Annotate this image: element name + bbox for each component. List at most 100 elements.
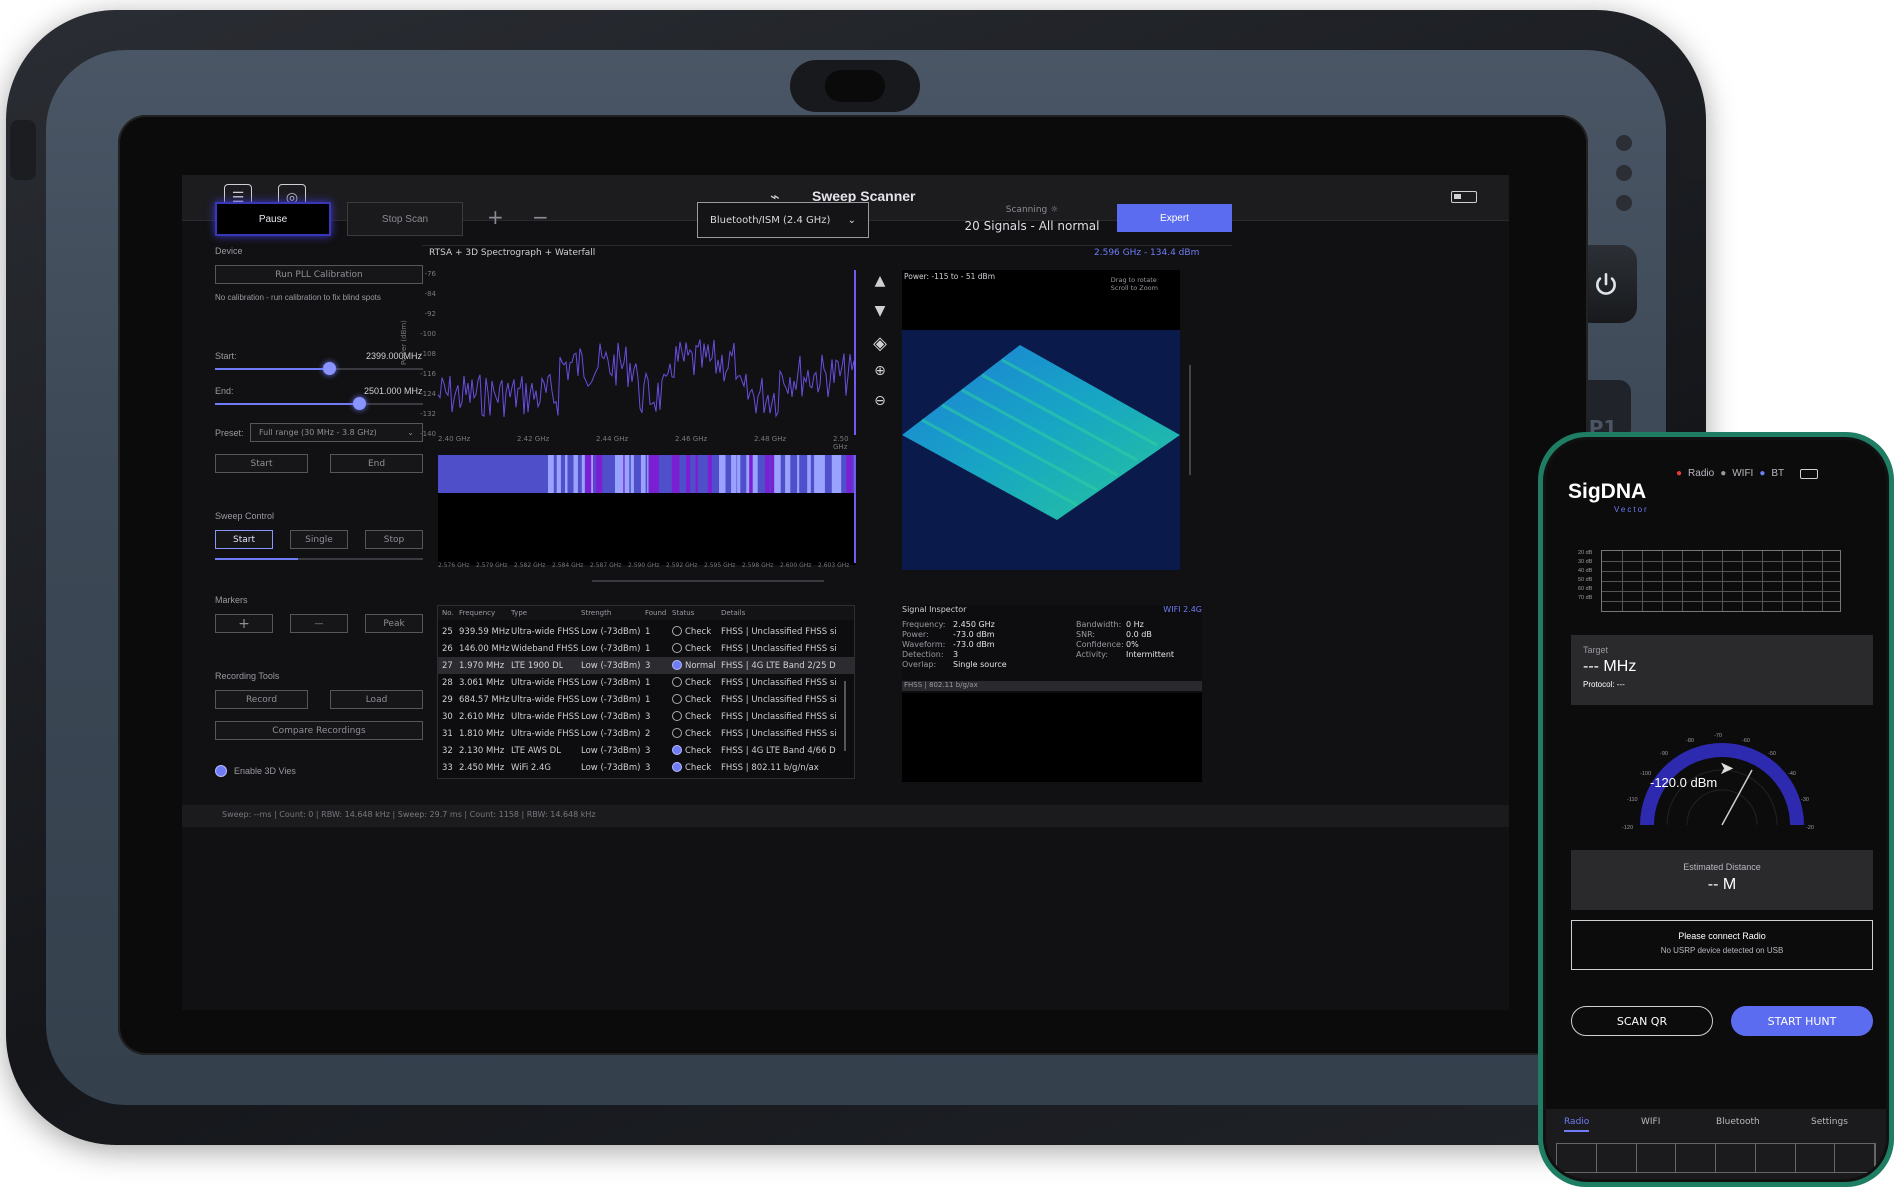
horizontal-scrollbar[interactable] (592, 580, 824, 582)
column-header[interactable]: Type (511, 609, 527, 617)
start-button[interactable]: Start (215, 454, 308, 473)
y-tick: -116 (420, 370, 436, 378)
vertical-scrollbar[interactable] (1189, 365, 1191, 475)
table-cell: FHSS | 802.11 b/g/n/ax (721, 762, 819, 773)
table-row[interactable]: 27 1.970 MHz LTE 1900 DL Low (-73dBm) 3 Norma… (438, 657, 854, 674)
device-section-label: Device (215, 246, 243, 256)
column-header[interactable]: Status (672, 609, 694, 617)
waterfall-tick: 2.600 GHz (780, 562, 812, 569)
table-row[interactable]: 32 2.130 MHz LTE AWS DL Low (-73dBm) 3 Check F… (438, 742, 854, 759)
radio-empty-icon[interactable] (672, 643, 682, 653)
run-pll-calibration-button[interactable]: Run PLL Calibration (215, 265, 423, 284)
enable-3d-toggle[interactable]: Enable 3D Vies (215, 765, 296, 777)
radio-empty-icon[interactable] (672, 728, 682, 738)
end-button[interactable]: End (330, 454, 423, 473)
snr-key: SNR: (1076, 630, 1096, 639)
table-cell: 26 (442, 643, 453, 654)
preset-select[interactable]: Full range (30 MHz - 3.8 GHz) ⌄ (250, 423, 423, 442)
y-tick: -108 (420, 350, 436, 358)
waterfall-tick: 2.598 GHz (742, 562, 774, 569)
radio-checked-icon[interactable] (672, 660, 682, 670)
gauge-tick: -80 (1686, 738, 1694, 744)
spectrum-readout: 2.596 GHz - 134.4 dBm (1094, 248, 1200, 258)
peak-marker-button[interactable]: Peak (365, 614, 423, 633)
table-row[interactable]: 30 2.610 MHz Ultra-wide FHSS Low (-73dBm) 3 C… (438, 708, 854, 725)
tab-bluetooth[interactable]: Bluetooth (1716, 1117, 1760, 1127)
arrow-down-icon[interactable]: ▼ (870, 303, 890, 323)
table-row[interactable]: 31 1.810 MHz Ultra-wide FHSS Low (-73dBm) 2 C… (438, 725, 854, 742)
table-row[interactable]: 28 3.061 MHz Ultra-wide FHSS Low (-73dBm) 1 C… (438, 674, 854, 691)
sweep-stop-button[interactable]: Stop (365, 530, 423, 549)
expert-button[interactable]: Expert (1117, 204, 1232, 232)
inspector-bar: FHSS | 802.11 b/g/ax (902, 681, 1202, 691)
tab-radio[interactable]: Radio (1564, 1117, 1590, 1132)
band-select[interactable]: Bluetooth/ISM (2.4 GHz) ⌄ (697, 202, 869, 238)
frequency-cursor[interactable] (854, 270, 856, 435)
radio-empty-icon[interactable] (672, 694, 682, 704)
record-button[interactable]: Record (215, 690, 308, 709)
tablet-camera (790, 60, 920, 112)
table-row[interactable]: 33 2.450 MHz WiFi 2.4G Low (-73dBm) 3 Check FH… (438, 759, 854, 776)
table-cell: LTE AWS DL (511, 745, 561, 756)
frequency-cursor[interactable] (854, 455, 856, 563)
spectrum-plot[interactable] (438, 270, 856, 435)
sweep-start-button[interactable]: Start (215, 530, 273, 549)
end-slider[interactable] (215, 397, 423, 410)
lock-icon[interactable]: ◈ (870, 333, 890, 354)
radio-checked-icon[interactable] (672, 762, 682, 772)
y-tick: -132 (420, 410, 436, 418)
compare-recordings-button[interactable]: Compare Recordings (215, 721, 423, 740)
plus-icon[interactable]: + (487, 205, 504, 229)
table-cell: 32 (442, 745, 453, 756)
column-header[interactable]: Frequency (459, 609, 495, 617)
table-row[interactable]: 25 939.59 MHz Ultra-wide FHSS Low (-73dBm) 1… (438, 623, 854, 640)
table-cell: 30 (442, 711, 453, 722)
radio-empty-icon[interactable] (672, 626, 682, 636)
arrow-up-icon[interactable]: ▲ (870, 273, 890, 293)
add-marker-button[interactable]: + (215, 614, 273, 633)
grid-line (1702, 551, 1703, 611)
waterfall-plot[interactable] (438, 455, 856, 565)
waterfall-tick: 2.603 GHz (818, 562, 850, 569)
vertical-scrollbar[interactable] (844, 681, 846, 751)
zoom-in-icon[interactable]: ⊕ (870, 363, 890, 383)
radio-checked-icon[interactable] (672, 745, 682, 755)
table-cell: Low (-73dBm) (581, 728, 641, 739)
markers-label: Markers (215, 595, 248, 605)
3d-spectrograph[interactable]: Power: -115 to - 51 dBm Drag to rotate Sc… (902, 270, 1180, 570)
chevron-down-icon: ⌄ (847, 214, 856, 226)
radio-empty-icon[interactable] (672, 677, 682, 687)
gauge-tick: -40 (1788, 771, 1796, 777)
tab-settings[interactable]: Settings (1811, 1117, 1848, 1127)
radio-empty-icon[interactable] (672, 711, 682, 721)
overlap-value: Single source (953, 660, 1007, 669)
power-icon (1596, 272, 1616, 295)
column-header[interactable]: Found (645, 609, 666, 617)
y-tick: -92 (424, 310, 436, 318)
column-header[interactable]: Details (721, 609, 745, 617)
x-tick: 2.40 GHz (438, 435, 471, 443)
distance-card: Estimated Distance -- M (1571, 850, 1873, 910)
tab-wifi[interactable]: WIFI (1641, 1117, 1660, 1127)
load-button[interactable]: Load (330, 690, 423, 709)
zoom-out-icon[interactable]: ⊖ (870, 393, 890, 413)
column-header[interactable]: Strength (581, 609, 611, 617)
minus-icon[interactable]: − (532, 205, 549, 229)
end-label: End: (215, 386, 234, 396)
table-cell: FHSS | Unclassified FHSS sign (721, 711, 836, 722)
stop-scan-button[interactable]: Stop Scan (347, 202, 463, 236)
gauge-tick: -50 (1768, 751, 1776, 757)
start-hunt-button[interactable]: START HUNT (1731, 1006, 1873, 1036)
scan-qr-button[interactable]: SCAN QR (1571, 1006, 1713, 1036)
remove-marker-button[interactable]: — (290, 614, 348, 633)
column-header[interactable]: No. (442, 609, 454, 617)
slider-knob[interactable] (323, 362, 337, 375)
target-card: Target --- MHz Protocol: --- (1571, 635, 1873, 705)
table-row[interactable]: 29 684.57 MHz Ultra-wide FHSS Low (-73dBm) 1… (438, 691, 854, 708)
slider-knob[interactable] (352, 397, 366, 410)
pause-button[interactable]: Pause (215, 202, 331, 236)
start-slider[interactable] (215, 362, 423, 375)
sweep-single-button[interactable]: Single (290, 530, 348, 549)
table-row[interactable]: 26 146.00 MHz Wideband FHSS Low (-73dBm) 1 Ch… (438, 640, 854, 657)
grid-line (1662, 551, 1663, 611)
